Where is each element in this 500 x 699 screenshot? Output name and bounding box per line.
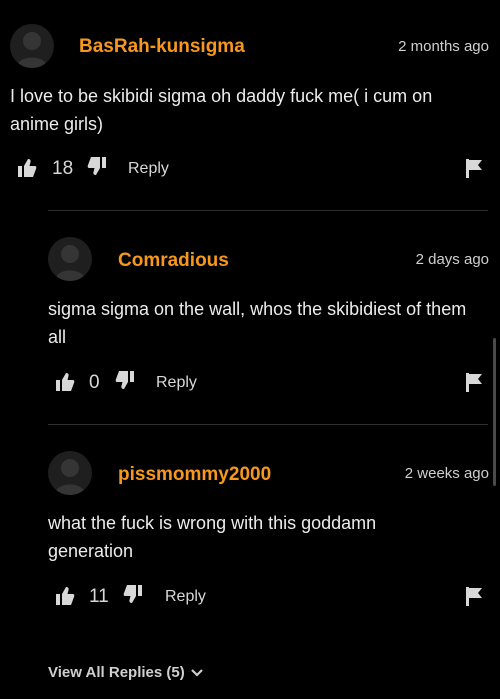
comment-text: I love to be skibidi sigma oh daddy fuck…: [10, 86, 433, 134]
comment-timestamp: 2 weeks ago: [404, 465, 489, 482]
comment-text: sigma sigma on the wall, whos the skibid…: [48, 299, 467, 347]
view-all-replies-button[interactable]: View All Replies (5): [48, 664, 203, 681]
reply-button[interactable]: Reply: [128, 160, 169, 178]
comment-username[interactable]: Comradious: [118, 250, 229, 272]
avatar-placeholder-icon: [54, 245, 86, 281]
avatar-placeholder-icon: [16, 32, 48, 68]
thumbs-down-icon[interactable]: [115, 370, 135, 395]
divider: [48, 210, 488, 211]
avatar-placeholder-icon: [54, 459, 86, 495]
comment-timestamp: 2 days ago: [415, 251, 489, 268]
avatar[interactable]: [48, 237, 92, 281]
divider: [48, 424, 488, 425]
avatar[interactable]: [48, 451, 92, 495]
chevron-down-icon: [190, 669, 203, 677]
comment-timestamp: 2 months ago: [398, 38, 489, 55]
like-count: 18: [52, 158, 74, 179]
like-count: 11: [89, 586, 109, 607]
thumbs-down-icon[interactable]: [87, 156, 107, 181]
comment-text: what the fuck is wrong with this goddamn…: [48, 513, 377, 561]
thumbs-up-icon[interactable]: [55, 372, 75, 397]
thumbs-up-icon[interactable]: [17, 158, 37, 183]
view-all-replies-label: View All Replies (5): [48, 664, 185, 681]
reply-button[interactable]: Reply: [165, 588, 206, 606]
reply-button[interactable]: Reply: [156, 374, 197, 392]
thumbs-down-icon[interactable]: [123, 584, 143, 609]
thumbs-up-icon[interactable]: [55, 586, 75, 611]
flag-icon[interactable]: [465, 158, 483, 183]
scrollbar[interactable]: [493, 338, 496, 486]
avatar[interactable]: [10, 24, 54, 68]
flag-icon[interactable]: [465, 586, 483, 611]
comment-username[interactable]: BasRah-kunsigma: [79, 36, 245, 58]
flag-icon[interactable]: [465, 372, 483, 397]
like-count: 0: [89, 372, 100, 393]
comment-username[interactable]: pissmommy2000: [118, 464, 271, 486]
